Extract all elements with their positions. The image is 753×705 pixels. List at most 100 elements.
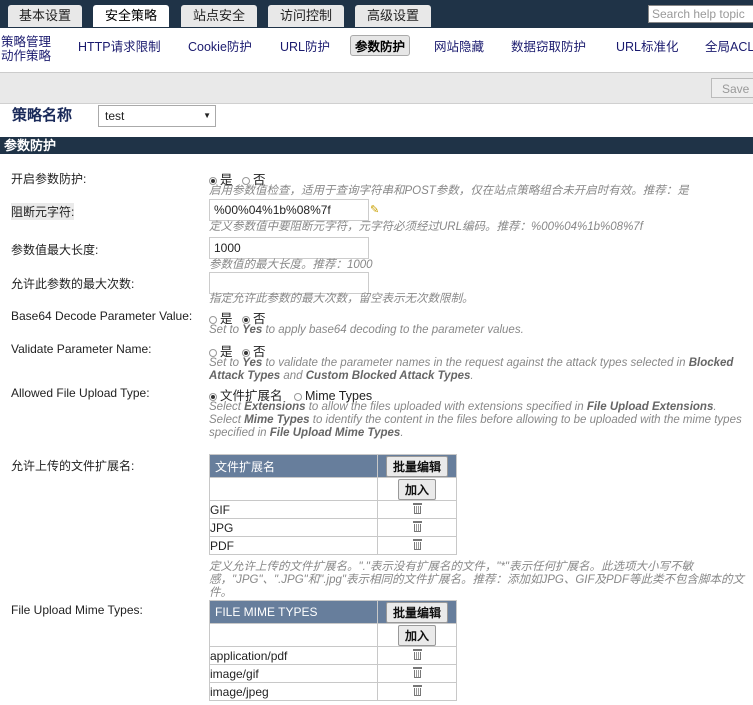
subnav-action-policy-line2[interactable]: 动作策略: [1, 49, 51, 63]
base64-no-radio[interactable]: [242, 315, 250, 324]
ext-table: 文件扩展名 批量编辑 加入 GIF JPG PDF: [209, 454, 457, 555]
validate-hint-yes: Yes: [242, 357, 263, 369]
validate-hint-5: and: [280, 370, 306, 382]
top-tab-bar: 基本设置 安全策略 站点安全 访问控制 高级设置 Search help top…: [0, 0, 753, 28]
trash-icon[interactable]: [412, 520, 422, 532]
mime-table-batch-cell: 批量编辑: [377, 600, 457, 624]
upload-type-hint: Select Extensions to allow the files upl…: [209, 401, 749, 440]
validate-hint-custom: Custom Blocked Attack Types: [305, 370, 471, 382]
tab-basic-settings[interactable]: 基本设置: [8, 5, 82, 27]
trash-icon[interactable]: [412, 684, 422, 696]
max-count-hint: 指定允许此参数的最大次数，留空表示无次数限制。: [209, 293, 474, 305]
upload-ext-radio[interactable]: [209, 392, 217, 401]
ext-table-hint: 定义允许上传的文件扩展名。"."表示没有扩展名的文件，"*"表示任何扩展名。此选…: [209, 561, 744, 599]
upload-hint-b4: File Upload Mime Types: [269, 427, 401, 439]
base64-label: Base64 Decode Parameter Value:: [11, 309, 193, 323]
upload-type-label: Allowed File Upload Type:: [11, 386, 150, 400]
upload-hint-a1: Select: [209, 401, 245, 413]
mime-new-input[interactable]: [209, 623, 378, 647]
mime-row-delete-cell: [377, 682, 457, 701]
subnav-policy-management[interactable]: 策略管理 动作策略: [1, 35, 51, 63]
base64-hint-3: to apply base64 decoding to the paramete…: [262, 324, 524, 336]
policy-select[interactable]: test ▼: [98, 105, 216, 127]
upload-hint-a2: Extensions: [244, 401, 306, 413]
validate-hint-3: to validate the parameter names in the r…: [262, 357, 689, 369]
mime-batch-edit-button[interactable]: 批量编辑: [385, 601, 448, 623]
upload-mime-radio[interactable]: [294, 392, 302, 401]
trash-icon[interactable]: [412, 648, 422, 660]
mime-add-button[interactable]: 加入: [397, 624, 436, 646]
max-count-label: 允许此参数的最大次数:: [11, 277, 135, 291]
ext-row-delete-cell: [377, 500, 457, 519]
base64-hint: Set to Yes to apply base64 decoding to t…: [209, 324, 749, 337]
dropdown-arrow-icon: ▼: [203, 111, 211, 120]
tab-security-policy[interactable]: 安全策略: [93, 5, 169, 27]
table-row: GIF: [209, 500, 457, 519]
tab-advanced-settings[interactable]: 高级设置: [355, 5, 431, 27]
sub-navigation: 策略管理 动作策略 HTTP请求限制 Cookie防护 URL防护 参数防护 网…: [0, 28, 753, 73]
ext-row-value: PDF: [209, 536, 378, 555]
table-row: PDF: [209, 536, 457, 555]
base64-hint-1: Set to: [209, 324, 243, 336]
mime-row-delete-cell: [377, 664, 457, 683]
mime-table: FILE MIME TYPES 批量编辑 加入 application/pdf …: [209, 600, 457, 701]
ext-table-label: 允许上传的文件扩展名:: [11, 459, 135, 473]
validate-hint-7: .: [470, 370, 474, 382]
mime-row-delete-cell: [377, 646, 457, 665]
subnav-policy-management-line1[interactable]: 策略管理: [1, 35, 51, 49]
subnav-parameter-protection[interactable]: 参数防护: [350, 35, 411, 56]
policy-name-label: 策略名称: [12, 108, 73, 124]
validate-hint-1: Set to: [209, 357, 243, 369]
mime-row-value: image/gif: [209, 664, 378, 683]
table-row: image/gif: [209, 664, 457, 683]
table-row: image/jpeg: [209, 682, 457, 701]
ext-table-header: 文件扩展名: [209, 454, 378, 478]
edit-pencil-icon[interactable]: ✎: [370, 203, 382, 216]
upload-hint-a5: .: [713, 401, 717, 413]
enable-hint: 启用参数值检查，适用于查询字符串和POST参数，仅在站点策略组合未开启时有效。推…: [209, 185, 689, 197]
ext-table-batch-cell: 批量编辑: [377, 454, 457, 478]
policy-select-value: test: [105, 109, 125, 123]
ext-new-input[interactable]: [209, 477, 378, 501]
trash-icon[interactable]: [412, 538, 422, 550]
max-count-input[interactable]: [209, 272, 369, 294]
subnav-http-limit[interactable]: HTTP请求限制: [78, 36, 161, 55]
block-chars-hint: 定义参数值中要阻断元字符，元字符必须经过URL编码。推荐：%00%04%1b%0…: [209, 221, 643, 233]
enable-yes-radio[interactable]: [209, 176, 217, 185]
subnav-global-acl[interactable]: 全局ACL: [705, 36, 753, 55]
base64-hint-yes: Yes: [242, 324, 263, 336]
table-row: application/pdf: [209, 646, 457, 665]
upload-hint-a4: File Upload Extensions: [586, 401, 714, 413]
search-input[interactable]: Search help topic: [648, 5, 753, 23]
ext-row-value: GIF: [209, 500, 378, 519]
base64-yes-radio[interactable]: [209, 315, 217, 324]
tab-site-security[interactable]: 站点安全: [181, 5, 257, 27]
enable-no-radio[interactable]: [242, 176, 250, 185]
upload-hint-b1: Select: [209, 414, 245, 426]
ext-batch-edit-button[interactable]: 批量编辑: [385, 455, 448, 477]
trash-icon[interactable]: [412, 502, 422, 514]
trash-icon[interactable]: [412, 666, 422, 678]
ext-row-delete-cell: [377, 536, 457, 555]
block-chars-input[interactable]: %00%04%1b%08%7f: [209, 199, 369, 221]
table-row: JPG: [209, 518, 457, 537]
validate-no-radio[interactable]: [242, 348, 250, 357]
subnav-data-theft-protection[interactable]: 数据窃取防护: [511, 36, 586, 55]
max-length-input[interactable]: 1000: [209, 237, 369, 259]
block-chars-label: 阻断元字符:: [11, 203, 75, 220]
ext-add-button[interactable]: 加入: [397, 478, 436, 500]
subnav-url-protection[interactable]: URL防护: [280, 36, 330, 55]
toolbar: Save: [0, 73, 753, 104]
max-length-label: 参数值最大长度:: [11, 243, 99, 257]
subnav-url-normalization[interactable]: URL标准化: [616, 36, 679, 55]
ext-row-value: JPG: [209, 518, 378, 537]
validate-yes-radio[interactable]: [209, 348, 217, 357]
subnav-site-hiding[interactable]: 网站隐藏: [434, 36, 484, 55]
mime-table-label: File Upload Mime Types:: [11, 603, 143, 617]
subnav-cookie-protection[interactable]: Cookie防护: [188, 36, 252, 55]
upload-hint-b2: Mime Types: [244, 414, 310, 426]
upload-type-hint-ext: Select Extensions to allow the files upl…: [209, 401, 749, 414]
save-button[interactable]: Save: [711, 78, 753, 98]
upload-hint-b5: .: [400, 427, 404, 439]
tab-access-control[interactable]: 访问控制: [268, 5, 344, 27]
